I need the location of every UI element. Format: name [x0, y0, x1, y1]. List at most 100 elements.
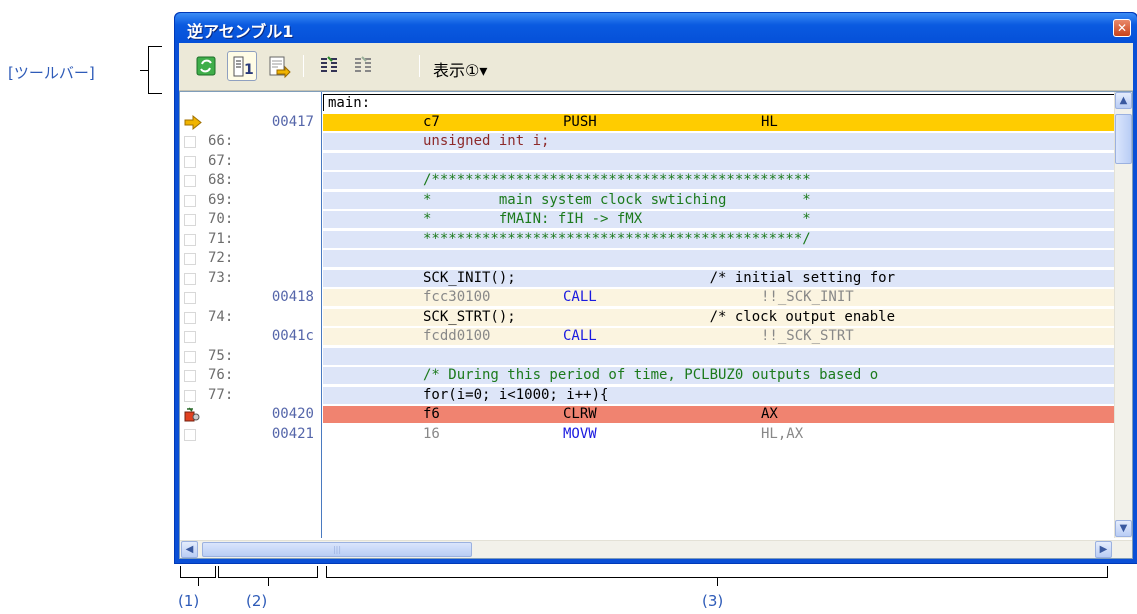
- source-text: SCK_STRT(); /* clock output enable: [323, 308, 1116, 326]
- address-value: 00420: [271, 406, 314, 422]
- current-pc-button[interactable]: [263, 51, 293, 81]
- source-text: [323, 152, 1116, 170]
- operand: HL: [761, 113, 778, 130]
- line-number: 69:: [208, 191, 234, 208]
- opcode-bytes: fcc30100: [423, 289, 491, 305]
- operand: HL,AX: [761, 425, 804, 442]
- listing-row[interactable]: main:: [180, 94, 1116, 111]
- toolbar-annotation: [ツールバー]: [8, 64, 95, 82]
- line-number: 75:: [208, 347, 234, 364]
- source-text: SCK_INIT(); /* initial setting for: [323, 269, 1116, 287]
- line-number: 71:: [208, 230, 234, 247]
- listing-row[interactable]: 67:: [180, 152, 1116, 170]
- line-number: 67:: [208, 152, 234, 169]
- address-value: 0041c: [271, 328, 314, 344]
- step-in-button[interactable]: [315, 51, 345, 81]
- toolbar-separator: [419, 55, 420, 77]
- listing-row[interactable]: 00417 c7 PUSH HL: [180, 113, 1116, 131]
- event-mark-cell[interactable]: [184, 214, 196, 226]
- scroll-up-icon[interactable]: ▲: [1115, 92, 1132, 109]
- operand: !!_SCK_INIT: [761, 289, 854, 305]
- mnemonic: PUSH: [563, 113, 597, 130]
- line-number: 66:: [208, 133, 234, 149]
- mixed-display-button[interactable]: 1: [227, 51, 257, 81]
- source-text: * fMAIN: fIH -> fMX *: [323, 211, 1116, 228]
- current-pc-arrow-icon[interactable]: [184, 114, 202, 131]
- scroll-right-icon[interactable]: ▶: [1095, 541, 1112, 558]
- vertical-scroll-thumb[interactable]: [1115, 114, 1132, 164]
- event-mark-cell[interactable]: [184, 350, 196, 363]
- event-mark-cell[interactable]: [184, 428, 196, 441]
- event-mark-cell[interactable]: [184, 272, 196, 285]
- listing-row[interactable]: 77: for(i=0; i<1000; i++){: [180, 386, 1116, 404]
- event-mark-cell[interactable]: [184, 292, 196, 304]
- refresh-icon: [196, 56, 216, 76]
- opcode-bytes: c7: [423, 113, 440, 130]
- address-value: 00418: [271, 289, 314, 305]
- listing-row[interactable]: 00418 fcc30100 CALL !!_SCK_INIT: [180, 289, 1116, 306]
- line-number: 74:: [208, 308, 234, 325]
- window-client: 1 表示①▾ main: 00417 c7 PUSH HL 66: unsign…: [179, 43, 1133, 559]
- area1-bracket: [180, 566, 216, 578]
- listing-row[interactable]: 76: /* During this period of time, PCLBUZ…: [180, 367, 1116, 384]
- event-mark-icon[interactable]: [183, 406, 201, 423]
- source-text: [323, 250, 1116, 267]
- opcode-bytes: 16: [423, 425, 440, 442]
- scroll-left-icon[interactable]: ◀: [181, 541, 198, 558]
- listing-row[interactable]: 00420 f6 CLRW AX: [180, 406, 1116, 423]
- event-mark-cell[interactable]: [184, 331, 196, 343]
- source-text: /***************************************…: [323, 172, 1116, 189]
- event-mark-cell[interactable]: [184, 233, 196, 246]
- step-over-button[interactable]: [349, 51, 379, 81]
- event-mark-cell[interactable]: [184, 311, 196, 324]
- opcode-bytes: f6: [423, 406, 440, 422]
- svg-text:1: 1: [244, 62, 254, 78]
- listing-row[interactable]: 74: SCK_STRT(); /* clock output enable: [180, 308, 1116, 326]
- step-in-icon: [321, 56, 337, 72]
- line-number: 68:: [208, 172, 234, 188]
- source-text: * main system clock swtiching *: [323, 191, 1116, 209]
- vertical-scrollbar[interactable]: ▲ ▼: [1114, 92, 1132, 538]
- disassemble-window: 逆アセンブル1 ✕ 1 表示①▾ main: 00417 c7 PUSH HL …: [174, 12, 1137, 564]
- line-number: 73:: [208, 269, 234, 286]
- title-bar[interactable]: 逆アセンブル1 ✕: [175, 13, 1137, 43]
- close-icon[interactable]: ✕: [1113, 19, 1131, 37]
- mnemonic: CALL: [563, 328, 597, 344]
- line-number: 76:: [208, 367, 234, 383]
- listing-row[interactable]: 73: SCK_INIT(); /* initial setting for: [180, 269, 1116, 287]
- listing-row[interactable]: 00421 16 MOVW HL,AX: [180, 425, 1116, 443]
- listing-row[interactable]: 68: /************************************…: [180, 172, 1116, 189]
- instruction-text: f6 CLRW AX: [323, 406, 1116, 423]
- source-text: /* During this period of time, PCLBUZ0 o…: [323, 367, 1116, 384]
- event-mark-cell[interactable]: [184, 136, 196, 148]
- listing-row[interactable]: 0041c fcdd0100 CALL !!_SCK_STRT: [180, 328, 1116, 345]
- event-mark-cell[interactable]: [184, 389, 196, 402]
- horizontal-scrollbar[interactable]: ◀ ||| ▶: [180, 540, 1132, 558]
- source-text: for(i=0; i<1000; i++){: [323, 386, 1116, 404]
- listing-row[interactable]: 71: *************************************…: [180, 230, 1116, 248]
- horizontal-scroll-thumb[interactable]: |||: [202, 542, 472, 557]
- listing-row[interactable]: 66: unsigned int i;: [180, 133, 1116, 150]
- toolbar-bracket: [148, 46, 162, 94]
- listing-row[interactable]: 75:: [180, 347, 1116, 365]
- event-mark-cell[interactable]: [184, 194, 196, 207]
- toolbar-bracket-tick: [140, 70, 148, 71]
- refresh-button[interactable]: [191, 51, 221, 81]
- area3-bracket: [326, 566, 1108, 578]
- source-text: [323, 347, 1116, 365]
- event-mark-cell[interactable]: [184, 253, 196, 265]
- mnemonic: CALL: [563, 289, 597, 305]
- listing-row[interactable]: 72:: [180, 250, 1116, 267]
- event-mark-cell[interactable]: [184, 370, 196, 382]
- disassembly-area[interactable]: main: 00417 c7 PUSH HL 66: unsigned int i; 67: 6…: [179, 91, 1133, 559]
- event-mark-cell[interactable]: [184, 155, 196, 168]
- event-mark-cell[interactable]: [184, 175, 196, 187]
- listing-row[interactable]: 69: * main system clock swtiching *: [180, 191, 1116, 209]
- line-number: 72:: [208, 250, 234, 266]
- source-text: ****************************************…: [323, 230, 1116, 248]
- area1-tick: [198, 578, 199, 586]
- view-menu-button[interactable]: 表示①▾: [433, 57, 487, 81]
- listing-row[interactable]: 70: * fMAIN: fIH -> fMX *: [180, 211, 1116, 228]
- scroll-down-icon[interactable]: ▼: [1115, 520, 1132, 537]
- instruction-text: c7 PUSH HL: [323, 113, 1116, 131]
